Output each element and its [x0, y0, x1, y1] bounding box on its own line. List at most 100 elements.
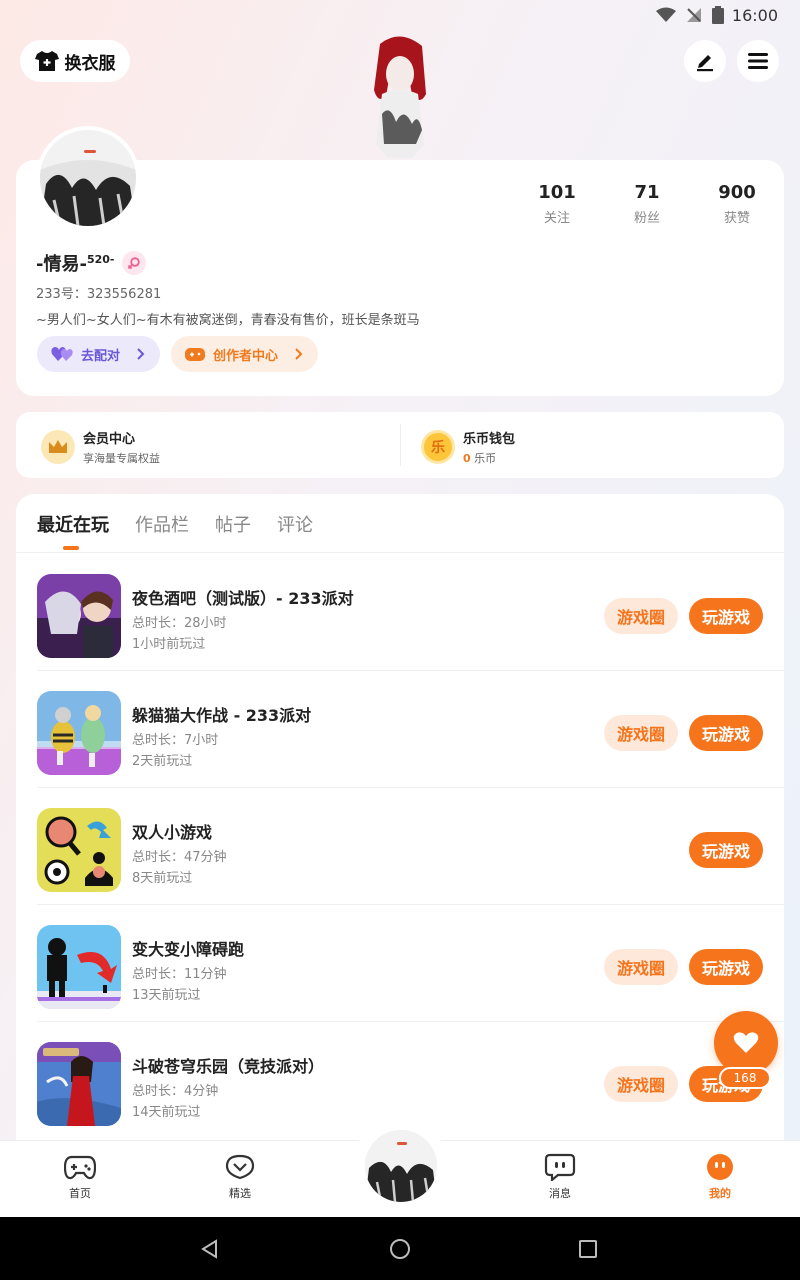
- battery-icon: [712, 6, 724, 24]
- game-duration: 总时长：28小时: [132, 616, 227, 631]
- game-last-played: 14天前玩过: [132, 1105, 201, 1120]
- tab-works[interactable]: 作品栏: [135, 511, 189, 537]
- vip-title: 会员中心: [83, 432, 136, 447]
- status-time: 16:00: [731, 6, 778, 25]
- crown-icon: [41, 430, 75, 464]
- game-last-played: 1小时前玩过: [132, 637, 206, 652]
- member-divider: [400, 424, 401, 466]
- nav-messages-label: 消息: [549, 1187, 571, 1200]
- nav-mine[interactable]: 我的: [680, 1153, 760, 1201]
- tab-comments[interactable]: 评论: [277, 511, 313, 537]
- nav-mine-label: 我的: [709, 1187, 731, 1200]
- game-icon-hide-seek: [37, 691, 121, 775]
- coin-icon-char: 乐: [431, 440, 445, 456]
- match-button[interactable]: 去配对: [37, 336, 160, 372]
- nav-messages[interactable]: 消息: [520, 1153, 600, 1201]
- creator-center-button[interactable]: 创作者中心: [171, 336, 318, 372]
- game-name: 变大变小障碍跑: [132, 940, 245, 959]
- heart-chat-icon: [225, 1154, 255, 1180]
- home-icon[interactable]: [389, 1238, 411, 1260]
- edit-button[interactable]: [684, 40, 726, 82]
- game-last-played: 8天前玩过: [132, 871, 193, 886]
- nav-home[interactable]: 首页: [40, 1153, 120, 1201]
- hearts-icon: [51, 347, 73, 361]
- game-duration: 总时长：4分钟: [132, 1084, 219, 1099]
- play-game-button[interactable]: 玩游戏: [689, 715, 763, 751]
- game-circle-button[interactable]: 游戏圈: [604, 949, 678, 985]
- back-icon[interactable]: [200, 1239, 220, 1259]
- message-icon: [544, 1153, 576, 1181]
- nav-featured[interactable]: 精选: [200, 1153, 280, 1201]
- avatar[interactable]: [36, 126, 140, 230]
- game-duration: 总时长：47分钟: [132, 850, 227, 865]
- stat-fans[interactable]: 71 粉丝: [602, 182, 692, 226]
- no-signal-icon: [687, 8, 701, 22]
- creator-label: 创作者中心: [213, 348, 279, 364]
- game-icon-obstacle-run: [37, 925, 121, 1009]
- wallet-unit: 乐币: [474, 452, 497, 465]
- nav-featured-label: 精选: [229, 1187, 251, 1200]
- chevron-right-icon: [295, 348, 303, 360]
- tab-posts[interactable]: 帖子: [215, 511, 251, 537]
- stat-following-value: 101: [538, 182, 576, 203]
- stat-following-label: 关注: [543, 211, 570, 226]
- game-last-played: 2天前玩过: [132, 754, 193, 769]
- stat-likes-value: 900: [718, 182, 756, 203]
- game-name: 躲猫猫大作战 - 233派对: [132, 706, 312, 725]
- system-nav-bar: [0, 1217, 800, 1280]
- wallet-entry[interactable]: 乐 乐币钱包 0 乐币: [421, 428, 515, 466]
- outfit-button[interactable]: 换衣服: [20, 40, 130, 82]
- status-bar: 16:00: [0, 0, 800, 32]
- game-icon-night-bar: [37, 574, 121, 658]
- game-name: 双人小游戏: [132, 823, 213, 842]
- wallet-title: 乐币钱包: [463, 432, 516, 447]
- tab-indicator: [63, 546, 79, 550]
- game-row[interactable]: 双人小游戏 总时长：47分钟 8天前玩过 玩游戏: [37, 788, 784, 905]
- game-circle-button[interactable]: 游戏圈: [604, 715, 678, 751]
- stat-fans-label: 粉丝: [633, 211, 660, 226]
- tabs-divider: [16, 552, 784, 553]
- game-row[interactable]: 躲猫猫大作战 - 233派对 总时长：7小时 2天前玩过 游戏圈 玩游戏: [37, 671, 784, 788]
- nickname: -情易-520-: [36, 250, 147, 276]
- game-duration: 总时长：7小时: [132, 733, 219, 748]
- profile-tabs: 最近在玩 作品栏 帖子 评论: [37, 511, 313, 537]
- vip-center-entry[interactable]: 会员中心 享海量专属权益: [41, 428, 160, 466]
- gamepad-icon: [64, 1155, 96, 1180]
- menu-button[interactable]: [737, 40, 779, 82]
- outfit-label: 换衣服: [64, 53, 116, 74]
- stat-likes-label: 获赞: [723, 211, 750, 226]
- play-game-button[interactable]: 玩游戏: [689, 598, 763, 634]
- nav-home-label: 首页: [69, 1187, 91, 1200]
- character-figure: [360, 34, 440, 160]
- stat-fans-value: 71: [634, 182, 660, 203]
- wallet-balance: 0 乐币: [463, 450, 515, 466]
- stat-likes[interactable]: 900 获赞: [692, 182, 782, 226]
- game-row[interactable]: 变大变小障碍跑 总时长：11分钟 13天前玩过 游戏圈 玩游戏: [37, 905, 784, 1022]
- profile-stats: 101 关注 71 粉丝 900 获赞: [512, 182, 782, 226]
- heart-icon: [733, 1032, 759, 1053]
- play-game-button[interactable]: 玩游戏: [689, 949, 763, 985]
- game-icon-two-player: [37, 808, 121, 892]
- nav-center-avatar-button[interactable]: [363, 1128, 439, 1204]
- gamepad-icon: [185, 348, 205, 361]
- stat-following[interactable]: 101 关注: [512, 182, 602, 226]
- vip-subtitle: 享海量专属权益: [83, 452, 160, 465]
- profile-face-icon: [707, 1154, 733, 1180]
- game-circle-button[interactable]: 游戏圈: [604, 1066, 678, 1102]
- nickname-sup: 520-: [86, 253, 115, 266]
- game-row[interactable]: 夜色酒吧（测试版）- 233派对 总时长：28小时 1小时前玩过 游戏圈 玩游戏: [37, 554, 784, 671]
- recents-icon[interactable]: [579, 1240, 597, 1258]
- user-id: 233号：323556281: [36, 287, 162, 302]
- game-name: 斗破苍穹乐园（竞技派对）: [132, 1057, 325, 1076]
- nickname-text: -情易-: [36, 254, 87, 275]
- floating-heart-button[interactable]: [714, 1011, 778, 1075]
- game-name: 夜色酒吧（测试版）- 233派对: [132, 589, 354, 608]
- hamburger-icon: [748, 53, 768, 69]
- match-label: 去配对: [81, 348, 121, 364]
- coin-icon: 乐: [421, 430, 455, 464]
- game-circle-button[interactable]: 游戏圈: [604, 598, 678, 634]
- play-game-button[interactable]: 玩游戏: [689, 832, 763, 868]
- tab-recent[interactable]: 最近在玩: [37, 511, 109, 537]
- wifi-icon: [656, 7, 676, 22]
- female-gender-icon: [122, 251, 147, 275]
